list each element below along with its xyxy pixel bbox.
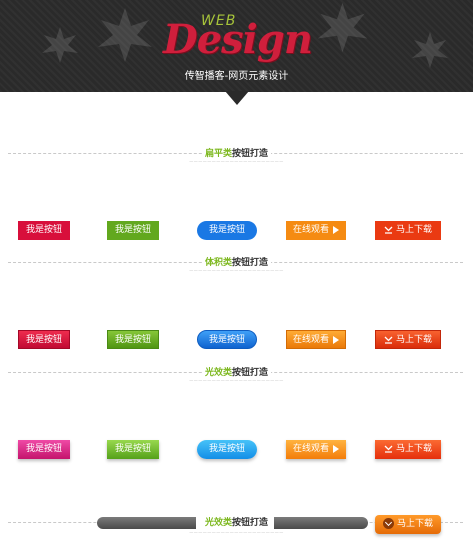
- section-title-volume: 体积类按钮打造: [0, 255, 473, 268]
- glow-green-button[interactable]: 我是按钮: [107, 440, 159, 459]
- download-icon: [384, 226, 393, 234]
- download-icon: [384, 336, 393, 344]
- header-pointer: [225, 91, 249, 105]
- flat-red-button[interactable]: 我是按钮: [18, 221, 70, 240]
- watch-button-label: 在线观看: [292, 444, 329, 454]
- download-button-label: 马上下载: [395, 335, 432, 345]
- flat-download-button[interactable]: 马上下载: [375, 221, 441, 240]
- leaf-decoration-icon: [42, 27, 78, 63]
- header-banner: Design WEB 传智播客-网页元素设计: [0, 0, 473, 92]
- flat-watch-button[interactable]: 在线观看: [286, 221, 346, 240]
- leaf-decoration-icon: [412, 32, 448, 68]
- glow-watch-button[interactable]: 在线观看: [286, 440, 346, 459]
- flat-green-button[interactable]: 我是按钮: [107, 221, 159, 240]
- section-subtitle: —————————————————————: [189, 268, 284, 273]
- volume-blue-button[interactable]: 我是按钮: [197, 330, 257, 349]
- logo-web-text: WEB: [201, 13, 237, 29]
- chevron-circle-down-icon: [382, 518, 394, 529]
- volume-red-button[interactable]: 我是按钮: [18, 330, 70, 349]
- leaf-decoration-icon: [98, 8, 152, 62]
- section-title-flat: 扁平类按钮打造: [0, 146, 473, 159]
- download-button-label: 马上下载: [395, 225, 432, 235]
- glow-download-button[interactable]: 马上下载: [375, 440, 441, 459]
- volume-watch-button[interactable]: 在线观看: [286, 330, 346, 349]
- page-subtitle: 传智播客-网页元素设计: [184, 71, 289, 82]
- glow-download-round-button[interactable]: 马上下载: [375, 515, 441, 534]
- section-title-glow: 光效类按钮打造: [0, 365, 473, 378]
- play-triangle-icon: [333, 335, 339, 344]
- download-icon: [384, 445, 393, 453]
- watch-button-label: 在线观看: [292, 225, 329, 235]
- section-subtitle: —————————————————————: [189, 378, 284, 383]
- volume-green-button[interactable]: 我是按钮: [107, 330, 159, 349]
- play-triangle-icon: [333, 444, 339, 453]
- download-button-label: 马上下载: [395, 444, 432, 454]
- glow-pink-button[interactable]: 我是按钮: [18, 440, 70, 459]
- logo-design-text: Design: [163, 16, 313, 63]
- glow-blue-button[interactable]: 我是按钮: [197, 440, 257, 459]
- volume-download-button[interactable]: 马上下载: [375, 330, 441, 349]
- section-subtitle: —————————————————————: [189, 159, 284, 164]
- leaf-decoration-icon: [317, 2, 368, 53]
- watch-button-label: 在线观看: [292, 335, 329, 345]
- flat-blue-button[interactable]: 我是按钮: [197, 221, 257, 240]
- play-triangle-icon: [333, 225, 339, 234]
- download-button-label: 马上下载: [396, 519, 433, 529]
